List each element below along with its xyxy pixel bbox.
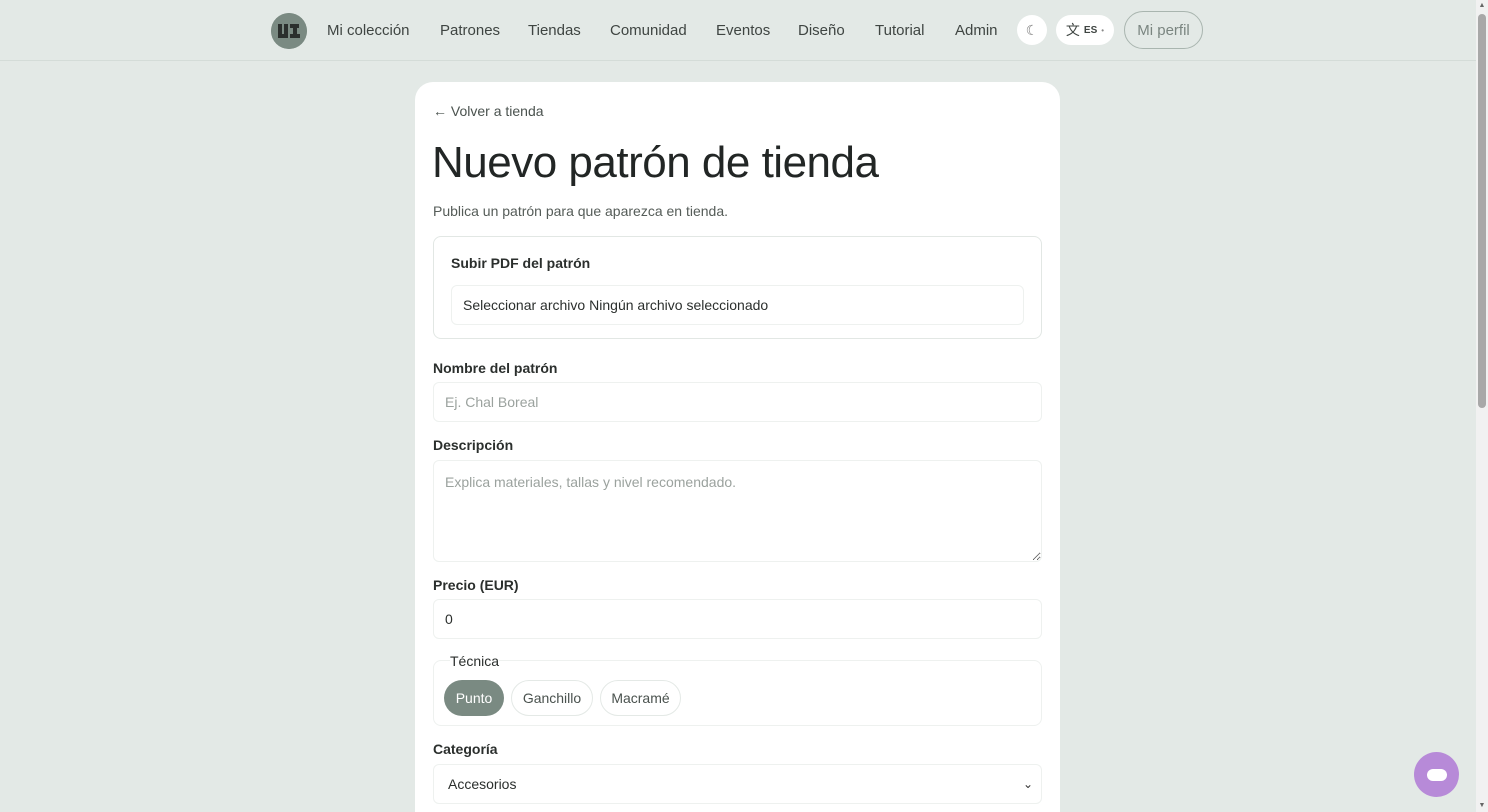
nav-mi-coleccion[interactable]: Mi colección <box>327 22 410 39</box>
technique-fieldset: Técnica Punto Ganchillo Macramé <box>433 653 1042 726</box>
technique-label: Técnica <box>450 653 500 669</box>
price-input[interactable] <box>433 599 1042 639</box>
chat-bubble-icon <box>1426 768 1447 781</box>
chevron-down-icon: • <box>1101 25 1105 35</box>
scroll-down-arrow-icon[interactable]: ▼ <box>1478 802 1486 810</box>
nav-admin[interactable]: Admin <box>955 22 998 39</box>
category-select[interactable]: Accesorios ⌄ <box>433 764 1042 804</box>
profile-button[interactable]: Mi perfil <box>1124 11 1203 49</box>
theme-toggle-button[interactable]: ☾ <box>1017 15 1047 45</box>
pdf-upload-label: Subir PDF del patrón <box>451 255 591 271</box>
top-navigation-bar: Mi colección Patrones Tiendas Comunidad … <box>0 0 1476 61</box>
translate-icon: 文 <box>1065 22 1080 38</box>
page-scrollbar[interactable]: ▲ ▼ <box>1476 0 1488 812</box>
pdf-upload-section: Subir PDF del patrón Seleccionar archivo… <box>433 236 1042 339</box>
new-pattern-form-card: ← Volver a tienda Nuevo patrón de tienda… <box>415 82 1060 812</box>
technique-option-macrame[interactable]: Macramé <box>600 680 681 716</box>
nav-comunidad[interactable]: Comunidad <box>610 22 687 39</box>
technique-option-ganchillo[interactable]: Ganchillo <box>511 680 593 716</box>
nav-eventos[interactable]: Eventos <box>716 22 770 39</box>
pattern-name-input[interactable] <box>433 382 1042 422</box>
back-to-store-link[interactable]: ← Volver a tienda <box>433 103 544 119</box>
language-selector[interactable]: 文 ES • <box>1056 15 1114 45</box>
file-status-text: Ningún archivo seleccionado <box>589 297 769 313</box>
language-code: ES <box>1083 24 1098 36</box>
nav-diseno[interactable]: Diseño <box>798 22 845 39</box>
logo-icon[interactable] <box>271 13 307 49</box>
scrollbar-thumb[interactable] <box>1478 14 1486 408</box>
description-textarea[interactable] <box>433 460 1042 562</box>
nav-tutorial[interactable]: Tutorial <box>875 22 924 39</box>
technique-option-punto[interactable]: Punto <box>444 680 504 716</box>
page-subtitle: Publica un patrón para que aparezca en t… <box>433 203 728 219</box>
moon-icon: ☾ <box>1025 21 1039 38</box>
select-file-button[interactable]: Seleccionar archivo <box>463 297 585 313</box>
pdf-file-input[interactable]: Seleccionar archivo Ningún archivo selec… <box>451 285 1024 325</box>
chat-button[interactable] <box>1414 752 1459 797</box>
page-title: Nuevo patrón de tienda <box>432 138 879 187</box>
scroll-up-arrow-icon[interactable]: ▲ <box>1478 2 1486 10</box>
category-selected-value: Accesorios <box>448 776 517 792</box>
nav-patrones[interactable]: Patrones <box>440 22 500 39</box>
description-label: Descripción <box>433 437 514 453</box>
category-label: Categoría <box>433 741 498 757</box>
price-label: Precio (EUR) <box>433 577 519 593</box>
chevron-down-icon: ⌄ <box>1022 777 1033 791</box>
nav-tiendas[interactable]: Tiendas <box>528 22 581 39</box>
pattern-name-label: Nombre del patrón <box>433 360 558 376</box>
